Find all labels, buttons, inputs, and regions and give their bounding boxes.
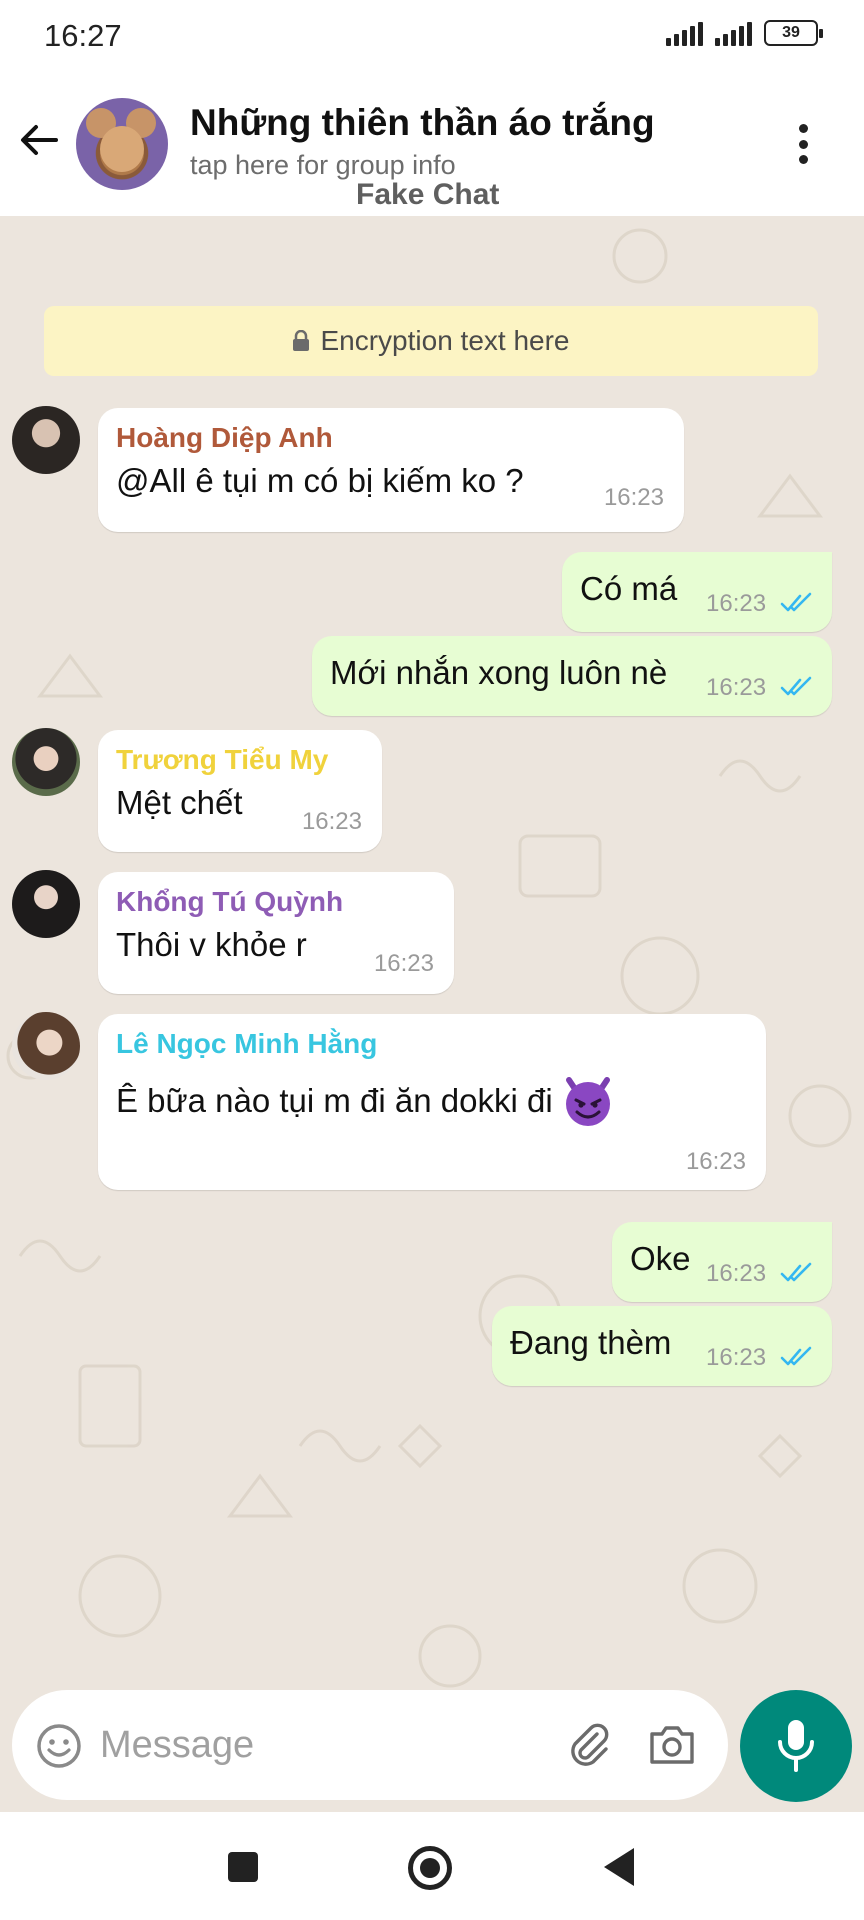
- message-time: 16:23: [301, 808, 362, 835]
- group-title[interactable]: Những thiên thần áo trắng: [190, 102, 655, 144]
- message-time: 16:23: [706, 674, 767, 701]
- status-icons: 39: [666, 20, 823, 46]
- message-time: 16:23: [706, 1260, 767, 1287]
- message-text: Đang thèm: [510, 1324, 672, 1361]
- system-back-icon[interactable]: [604, 1848, 634, 1886]
- read-ticks-icon: [780, 592, 812, 612]
- avatar-le-ngoc-minh-hang[interactable]: [12, 1012, 80, 1080]
- camera-icon[interactable]: [648, 1724, 696, 1766]
- sender-name: Hoàng Diệp Anh: [116, 422, 333, 453]
- signal-icon-2: [715, 20, 752, 46]
- message-bubble[interactable]: Trương Tiểu My Mệt chết 16:23: [98, 730, 382, 852]
- status-time: 16:27: [44, 18, 122, 53]
- message-time: 16:23: [373, 950, 434, 977]
- attachment-paperclip-icon[interactable]: [564, 1720, 614, 1770]
- message-bubble[interactable]: Lê Ngọc Minh Hằng Ê bữa nào tụi m đi ăn …: [98, 1014, 766, 1190]
- back-arrow-icon[interactable]: [16, 117, 62, 163]
- message-bubble[interactable]: Đang thèm 16:23: [492, 1306, 832, 1386]
- message-text: Oke: [630, 1240, 691, 1277]
- message-bubble[interactable]: Oke 16:23: [612, 1222, 832, 1302]
- recent-apps-icon[interactable]: [228, 1852, 258, 1882]
- status-bar: 16:27 39: [0, 0, 864, 72]
- avatar-truong-tieu-my[interactable]: [12, 728, 80, 796]
- more-options-icon[interactable]: [796, 124, 810, 164]
- message-time: 16:23: [603, 484, 664, 511]
- message-text: Mệt chết: [116, 784, 243, 821]
- emoji-icon[interactable]: [36, 1723, 82, 1769]
- message-text: Mới nhắn xong luôn nè: [330, 654, 668, 691]
- lock-icon: [293, 330, 310, 351]
- avatar-hoang-diep-anh[interactable]: [12, 406, 80, 474]
- chat-header: Những thiên thần áo trắng tap here for g…: [0, 72, 864, 216]
- battery-icon: 39: [764, 20, 823, 46]
- message-input[interactable]: [100, 1710, 540, 1780]
- read-ticks-icon: [780, 1346, 812, 1366]
- system-navigation-bar: [0, 1812, 864, 1920]
- message-bubble[interactable]: Khổng Tú Quỳnh Thôi v khỏe r 16:23: [98, 872, 454, 994]
- message-bubble[interactable]: Mới nhắn xong luôn nè 16:23: [312, 636, 832, 716]
- group-info-link[interactable]: tap here for group info: [190, 150, 456, 181]
- message-time: 16:23: [706, 590, 767, 617]
- sender-name: Trương Tiểu My: [116, 744, 329, 775]
- smiling-devil-emoji-icon: [565, 1077, 610, 1126]
- watermark-text: Fake Chat: [356, 178, 500, 211]
- signal-icon: [666, 20, 703, 46]
- encryption-notice[interactable]: Encryption text here: [44, 306, 818, 376]
- message-bubble[interactable]: Hoàng Diệp Anh @All ê tụi m có bị kiếm k…: [98, 408, 684, 532]
- read-ticks-icon: [780, 676, 812, 696]
- read-ticks-icon: [780, 1262, 812, 1282]
- message-text: Thôi v khỏe r: [116, 926, 307, 963]
- microphone-icon: [778, 1720, 814, 1772]
- message-composer: [12, 1690, 728, 1800]
- sender-name: Khổng Tú Quỳnh: [116, 886, 344, 917]
- avatar-khong-tu-quynh[interactable]: [12, 870, 80, 938]
- message-text-content: Ê bữa nào tụi m đi ăn dokki đi: [116, 1082, 553, 1119]
- sender-name: Lê Ngọc Minh Hằng: [116, 1028, 378, 1059]
- chat-area[interactable]: Encryption text here Hoàng Diệp Anh @All…: [0, 216, 864, 1812]
- message-text: Ê bữa nào tụi m đi ăn dokki đi: [116, 1074, 615, 1128]
- message-time: 16:23: [685, 1148, 746, 1175]
- message-time: 16:23: [706, 1344, 767, 1371]
- message-text: Có má: [580, 570, 678, 607]
- encryption-text: Encryption text here: [320, 325, 570, 356]
- voice-message-button[interactable]: [740, 1690, 852, 1802]
- message-text: @All ê tụi m có bị kiếm ko ?: [116, 462, 524, 499]
- home-icon[interactable]: [408, 1846, 452, 1890]
- message-bubble[interactable]: Có má 16:23: [562, 552, 832, 632]
- group-avatar[interactable]: [76, 98, 168, 190]
